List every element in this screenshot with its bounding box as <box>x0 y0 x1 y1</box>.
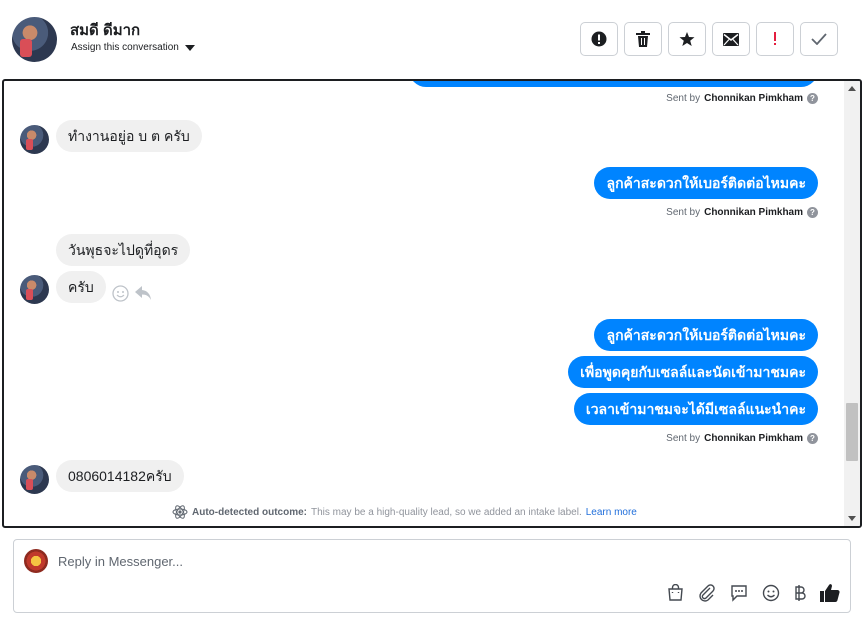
shopping-bag-icon[interactable] <box>667 584 684 601</box>
scroll-up-icon[interactable] <box>848 86 856 91</box>
emoji-icon[interactable] <box>762 584 780 602</box>
contact-avatar-small[interactable] <box>20 465 49 494</box>
saved-reply-icon[interactable] <box>730 584 748 602</box>
help-icon[interactable]: ? <box>807 433 818 444</box>
page-avatar <box>24 549 48 573</box>
envelope-icon <box>723 32 739 46</box>
auto-detected-outcome: Auto-detected outcome: This may be a hig… <box>172 504 637 520</box>
message-actions <box>112 285 152 302</box>
follow-up-button[interactable] <box>756 22 794 56</box>
outcome-text: This may be a high-quality lead, so we a… <box>311 506 582 518</box>
atom-icon <box>172 505 188 519</box>
exclamation-icon <box>774 32 776 45</box>
reply-input[interactable] <box>58 549 818 573</box>
sender-name: Chonnikan Pimkham <box>704 93 803 104</box>
baht-icon[interactable] <box>794 584 806 602</box>
outgoing-message[interactable]: ลูกค้าสะดวกให้เบอร์ติดต่อไหมคะ <box>594 167 818 199</box>
outgoing-message[interactable]: เวลาเข้ามาชมจะได้มีเซลล์แนะนำคะ <box>573 393 818 425</box>
sent-by-label: Sent by Chonnikan Pimkham ? <box>666 207 818 218</box>
delete-button[interactable] <box>624 22 662 56</box>
help-icon[interactable]: ? <box>807 93 818 104</box>
alert-circle-icon <box>591 31 607 47</box>
incoming-message[interactable]: ครับ <box>56 271 106 303</box>
star-button[interactable] <box>668 22 706 56</box>
reply-arrow-icon[interactable] <box>135 286 152 301</box>
learn-more-link[interactable]: Learn more <box>586 507 637 518</box>
contact-avatar-small[interactable] <box>20 125 49 154</box>
outgoing-message[interactable]: เพื่อพูดคุยกับเซลล์และนัดเข้ามาชมคะ <box>568 356 818 388</box>
incoming-message[interactable]: วันพุธจะไปดูที่อุดร <box>56 234 191 266</box>
incoming-message[interactable]: ทำงานอยู่อ บ ต ครับ <box>56 120 202 152</box>
caret-down-icon <box>184 44 195 51</box>
check-icon <box>811 33 827 45</box>
contact-name[interactable]: สมดี ดีมาก <box>70 18 140 42</box>
sent-by-label: Sent by Chonnikan Pimkham ? <box>666 93 818 104</box>
react-emoji-icon[interactable] <box>112 285 129 302</box>
message-thread[interactable]: Sent by Chonnikan Pimkham ? ทำงานอยู่อ บ… <box>2 79 862 528</box>
outgoing-message[interactable]: ลูกค้าสะดวกให้เบอร์ติดต่อไหมคะ <box>594 319 818 351</box>
spam-button[interactable] <box>580 22 618 56</box>
contact-avatar-small[interactable] <box>20 275 49 304</box>
sender-name: Chonnikan Pimkham <box>704 433 803 444</box>
paperclip-icon[interactable] <box>698 583 716 602</box>
scrollbar-thumb[interactable] <box>846 403 858 461</box>
assign-label: Assign this conversation <box>71 42 179 53</box>
composer-tools <box>667 583 840 602</box>
scrollbar[interactable] <box>844 81 860 526</box>
sent-by-label: Sent by Chonnikan Pimkham ? <box>666 433 818 444</box>
scroll-down-icon[interactable] <box>848 516 856 521</box>
conversation-toolbar <box>580 22 838 56</box>
reply-composer <box>13 539 851 613</box>
trash-icon <box>636 31 650 47</box>
sender-name: Chonnikan Pimkham <box>704 207 803 218</box>
mark-done-button[interactable] <box>800 22 838 56</box>
incoming-message[interactable]: 0806014182ครับ <box>56 460 184 492</box>
outgoing-message-partial[interactable] <box>409 81 818 87</box>
help-icon[interactable]: ? <box>807 207 818 218</box>
thumbs-up-icon[interactable] <box>820 583 840 602</box>
conversation-header: สมดี ดีมาก Assign this conversation <box>0 0 863 78</box>
assign-conversation-dropdown[interactable]: Assign this conversation <box>71 42 195 53</box>
star-icon <box>679 32 695 46</box>
mark-unread-button[interactable] <box>712 22 750 56</box>
outcome-label: Auto-detected outcome: <box>192 506 307 518</box>
contact-avatar[interactable] <box>12 17 57 62</box>
